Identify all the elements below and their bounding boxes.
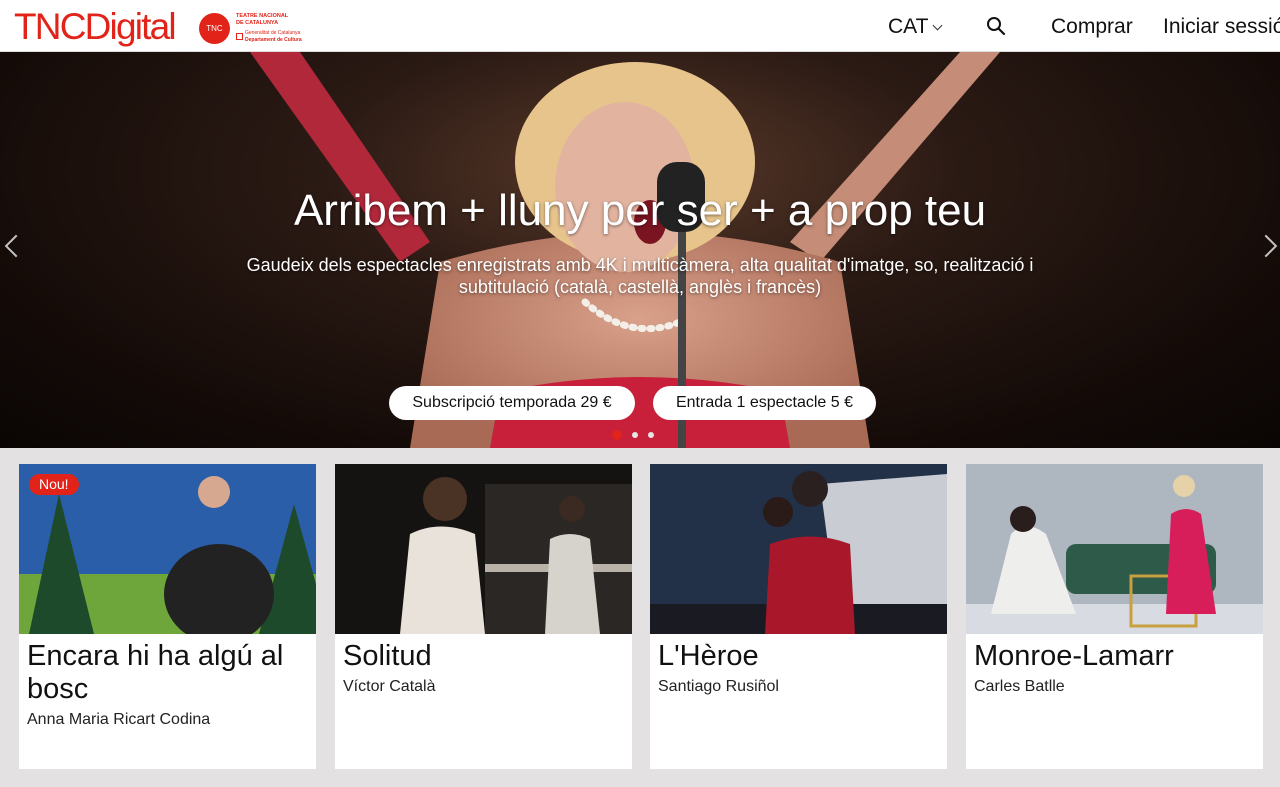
show-card[interactable]: Nou! Encara hi ha algú al bosc Anna Mari… [19, 464, 316, 769]
tnc-institution-logo: TEATRE NACIONAL DE CATALUNYA Generalitat… [236, 13, 306, 43]
show-author: Anna Maria Ricart Codina [27, 711, 211, 728]
buy-link[interactable]: Comprar [1051, 14, 1133, 40]
show-author: Carles Batlle [974, 678, 1065, 695]
hero-image [250, 52, 1000, 448]
show-card[interactable]: L'Hèroe Santiago Rusiñol [650, 464, 947, 769]
show-title: L'Hèroe [658, 640, 759, 672]
tnc-name-line2: DE CATALUNYA [236, 19, 279, 26]
show-title: Encara hi ha algú al bosc [27, 640, 284, 705]
subscription-button[interactable]: Subscripció temporada 29 € [389, 386, 635, 420]
hero-carousel: Arribem + lluny per ser + a prop teu Gau… [0, 52, 1280, 448]
single-ticket-button[interactable]: Entrada 1 espectacle 5 € [653, 386, 876, 420]
show-title: Monroe-Lamarr [974, 640, 1174, 672]
hero-title: Arribem + lluny per ser + a prop teu [293, 186, 987, 235]
language-selector[interactable]: CAT [888, 14, 943, 40]
generalitat-line2: Departament de Cultura [245, 36, 302, 43]
show-image [966, 464, 1263, 634]
show-card[interactable]: Solitud Víctor Català [335, 464, 632, 769]
tnc-logo-text: TNC [206, 24, 223, 33]
hero-subtitle: Gaudeix dels espectacles enregistrats am… [246, 255, 1034, 297]
carousel-dot-3[interactable] [648, 432, 654, 438]
site-header: TNCDigital TNC TEATRE NACIONAL DE CATALU… [0, 0, 1280, 52]
show-image [335, 464, 632, 634]
login-link[interactable]: Iniciar sessió [1163, 14, 1280, 40]
generalitat-logo: Generalitat de Catalunya Departament de … [236, 30, 306, 43]
tnc-logo-icon[interactable]: TNC [199, 13, 230, 44]
generalitat-icon [236, 33, 243, 40]
show-card[interactable]: Monroe-Lamarr Carles Batlle [966, 464, 1263, 769]
carousel-indicators [612, 430, 654, 440]
generalitat-line1: Generalitat de Catalunya [245, 30, 301, 36]
show-author: Víctor Català [343, 678, 436, 695]
new-badge: Nou! [29, 474, 79, 495]
chevron-down-icon [933, 20, 943, 30]
search-icon[interactable] [986, 16, 1006, 36]
carousel-dot-1[interactable] [612, 430, 622, 440]
tncdigital-logo[interactable]: TNCDigital [14, 8, 177, 46]
show-author: Santiago Rusiñol [658, 678, 779, 695]
carousel-dot-2[interactable] [632, 432, 638, 438]
language-label: CAT [888, 15, 929, 38]
show-title: Solitud [343, 640, 432, 672]
show-image [650, 464, 947, 634]
